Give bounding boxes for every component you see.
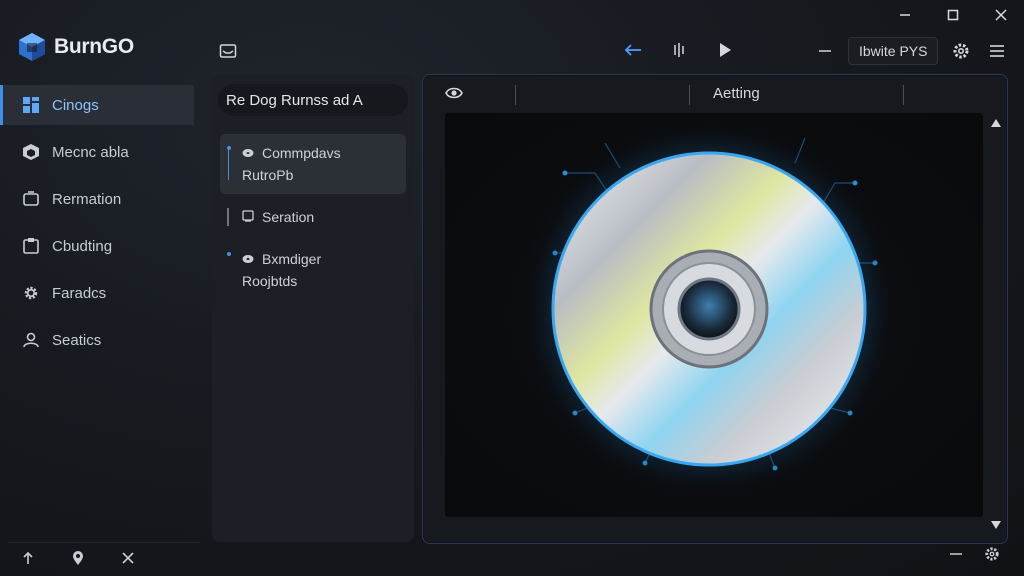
sidebar-item-label: Rermation xyxy=(52,190,122,208)
disc-viewer-panel: Aetting xyxy=(422,74,1008,544)
clipboard-icon xyxy=(22,237,40,255)
file-icon xyxy=(242,206,256,228)
sidebar-item-label: Seatics xyxy=(52,331,102,349)
minimize-button[interactable] xyxy=(892,4,918,26)
triangle-down-icon xyxy=(991,521,1001,529)
folder-icon xyxy=(22,190,40,208)
tree-item[interactable]: Seration xyxy=(220,198,406,236)
grid-icon xyxy=(22,96,40,114)
sidebar-item-label: Mecnc abla xyxy=(52,143,129,161)
scroll-up-button[interactable] xyxy=(989,117,1003,129)
disc-icon xyxy=(242,142,256,164)
window-controls xyxy=(892,4,1014,26)
sidebar-item-mecnc-abla[interactable]: Mecnc abla xyxy=(0,132,194,172)
location-pin-icon[interactable] xyxy=(70,550,86,566)
transport-controls xyxy=(620,37,738,63)
disc-icon xyxy=(242,248,256,270)
eye-icon xyxy=(445,87,463,99)
tree-item-label: Bxmdiger xyxy=(262,251,322,267)
tree-connector xyxy=(227,208,229,226)
project-title: Re Dog Rurnss ad A xyxy=(218,84,408,116)
statusbar-controls xyxy=(948,546,1000,562)
sidebar-item-label: Cinogs xyxy=(52,96,99,114)
close-icon[interactable] xyxy=(120,550,136,566)
inbox-button[interactable] xyxy=(214,38,242,64)
sidebar-item-rermation[interactable]: Rermation xyxy=(0,179,194,219)
sidebar-footer xyxy=(8,542,200,573)
hamburger-menu-icon xyxy=(990,45,1005,57)
cd-disc-icon xyxy=(519,119,899,499)
tab-divider xyxy=(515,85,516,105)
back-button[interactable] xyxy=(620,37,646,63)
equalizer-button[interactable] xyxy=(666,37,692,63)
gear-icon xyxy=(985,547,999,561)
maximize-button[interactable] xyxy=(940,4,966,26)
scroll-down-button[interactable] xyxy=(989,519,1003,531)
tree-item[interactable]: Bxmdiger Roojbtds xyxy=(220,240,406,300)
tree-item-label: Seration xyxy=(262,209,315,225)
equalizer-icon xyxy=(674,43,684,57)
play-icon xyxy=(720,43,731,57)
tab-divider xyxy=(689,85,690,105)
sidebar-nav: Cinogs Mecnc abla Rermation Cbudting Far… xyxy=(0,85,194,367)
sidebar: BurnGO Cinogs Mecnc abla Rermation Cbudt… xyxy=(0,0,200,576)
gear-icon xyxy=(953,43,969,59)
tree-item-sublabel: Roojbtds xyxy=(242,273,298,289)
write-speed-select[interactable]: Ibwite PYS xyxy=(848,37,939,65)
app-name: BurnGO xyxy=(54,35,134,58)
inbox-icon xyxy=(219,44,237,58)
collapse-button[interactable] xyxy=(812,38,838,64)
minimize-panel-button[interactable] xyxy=(948,546,964,562)
project-panel: Re Dog Rurnss ad A Commpdavs RutroPb Ser… xyxy=(212,74,414,542)
minimize-icon xyxy=(900,14,910,16)
sidebar-item-label: Faradcs xyxy=(52,284,107,302)
viewer-tabs: Aetting xyxy=(423,75,1007,113)
sidebar-item-cinogs[interactable]: Cinogs xyxy=(0,85,194,125)
project-tree: Commpdavs RutroPb Seration Bxmdiger Rooj… xyxy=(220,134,406,304)
tree-item[interactable]: Commpdavs RutroPb xyxy=(220,134,406,194)
tab-aetting[interactable]: Aetting xyxy=(713,85,760,102)
sidebar-item-cbudting[interactable]: Cbudting xyxy=(0,226,194,266)
close-icon xyxy=(995,9,1007,21)
minus-icon xyxy=(819,50,831,52)
gear-icon xyxy=(22,284,40,302)
settings-button[interactable] xyxy=(948,38,974,64)
arrow-left-icon xyxy=(624,44,641,56)
tree-item-sublabel: RutroPb xyxy=(242,167,294,183)
tree-node-dot xyxy=(227,252,231,256)
sidebar-item-faradcs[interactable]: Faradcs xyxy=(0,273,194,313)
play-button[interactable] xyxy=(712,37,738,63)
upload-icon[interactable] xyxy=(20,550,36,566)
menu-button[interactable] xyxy=(984,38,1010,64)
tree-connector xyxy=(228,150,229,180)
preview-tab[interactable] xyxy=(445,85,465,103)
minus-icon xyxy=(950,553,962,555)
box-icon xyxy=(22,143,40,161)
disc-preview xyxy=(445,113,983,517)
app-window: BurnGO Cinogs Mecnc abla Rermation Cbudt… xyxy=(0,0,1024,576)
maximize-icon xyxy=(947,9,959,21)
toolbar-right: Ibwite PYS xyxy=(812,37,1010,65)
sidebar-item-seatics[interactable]: Seatics xyxy=(0,320,194,360)
tree-item-label: Commpdavs xyxy=(262,145,341,161)
app-logo: BurnGO xyxy=(18,30,134,64)
user-icon xyxy=(22,331,40,349)
triangle-up-icon xyxy=(991,119,1001,127)
burngo-logo-icon xyxy=(19,33,45,61)
status-settings-button[interactable] xyxy=(984,546,1000,562)
tab-divider xyxy=(903,85,904,105)
sidebar-item-label: Cbudting xyxy=(52,237,113,255)
close-window-button[interactable] xyxy=(988,4,1014,26)
